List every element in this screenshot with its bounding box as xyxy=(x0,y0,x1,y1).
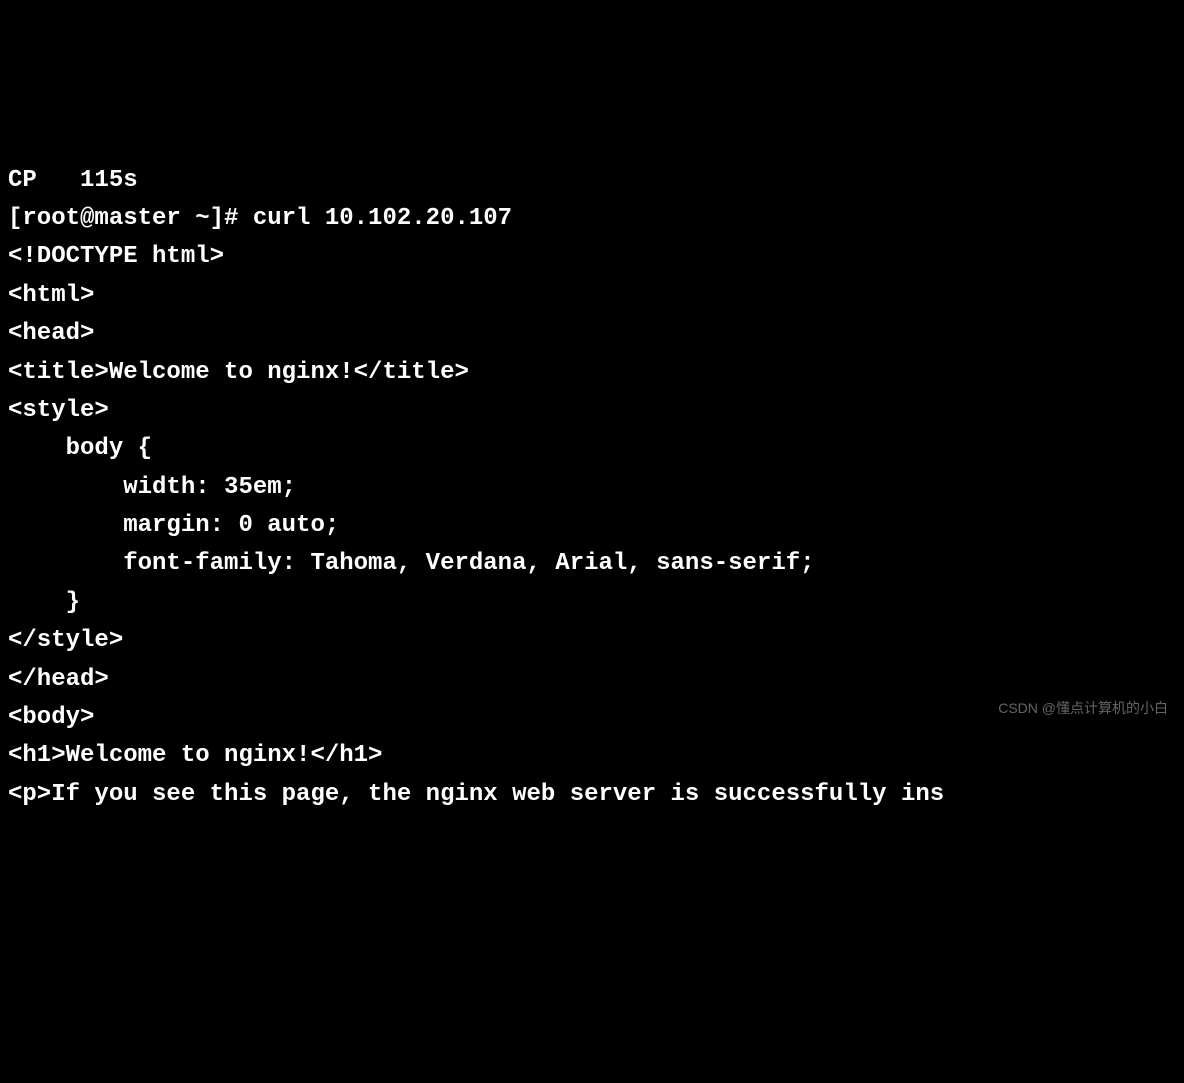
terminal-line: </head> xyxy=(8,661,1176,699)
terminal-line: margin: 0 auto; xyxy=(8,507,1176,545)
terminal-line: body { xyxy=(8,430,1176,468)
terminal-line: <!DOCTYPE html> xyxy=(8,238,1176,276)
terminal-line: <head> xyxy=(8,315,1176,353)
terminal-line: <style> xyxy=(8,392,1176,430)
terminal-line: <title>Welcome to nginx!</title> xyxy=(8,354,1176,392)
terminal-line: CP 115s xyxy=(8,162,1176,200)
watermark-text: CSDN @懂点计算机的小白 xyxy=(998,697,1168,719)
terminal-line: [root@master ~]# curl 10.102.20.107 xyxy=(8,200,1176,238)
terminal-line: font-family: Tahoma, Verdana, Arial, san… xyxy=(8,545,1176,583)
terminal-line: </style> xyxy=(8,622,1176,660)
terminal-line: } xyxy=(8,584,1176,622)
terminal-line: <h1>Welcome to nginx!</h1> xyxy=(8,737,1176,775)
terminal-line: <p>If you see this page, the nginx web s… xyxy=(8,776,1176,814)
terminal-line: <html> xyxy=(8,277,1176,315)
terminal-line: width: 35em; xyxy=(8,469,1176,507)
